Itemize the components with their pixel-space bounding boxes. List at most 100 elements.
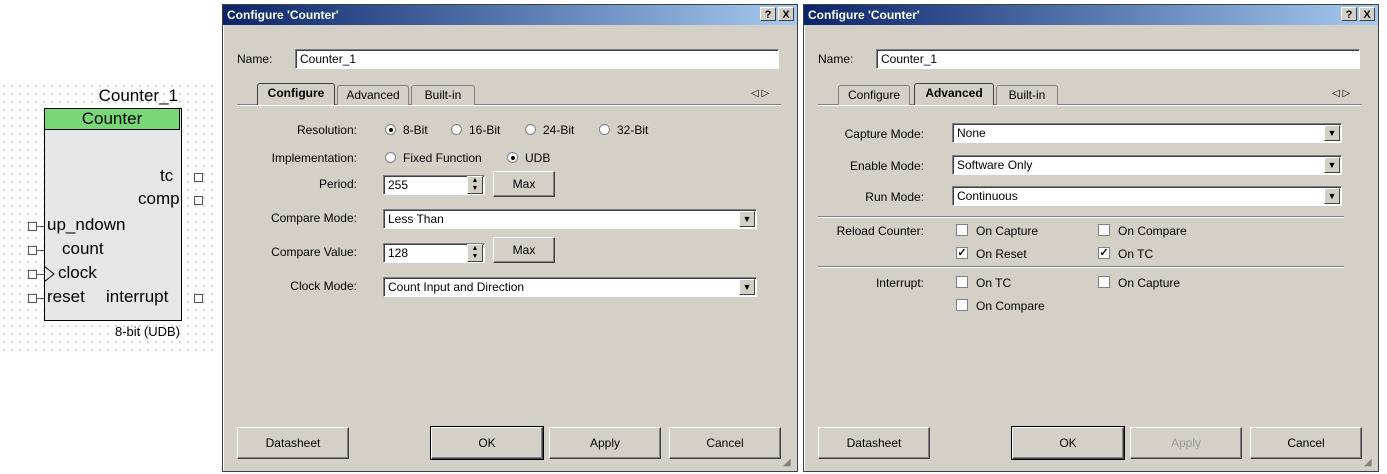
- resolution-24bit-radio[interactable]: [525, 124, 536, 135]
- clock-mode-dropdown-icon[interactable]: ▼: [739, 279, 755, 295]
- pin-tc[interactable]: [194, 173, 203, 182]
- interrupt-on-compare-checkbox[interactable]: [956, 299, 968, 311]
- run-mode-select[interactable]: Continuous: [952, 186, 1342, 206]
- implementation-fixed-radio[interactable]: [385, 152, 396, 163]
- enable-mode-select[interactable]: Software Only: [952, 155, 1342, 175]
- pin-comp-label: comp: [138, 189, 180, 208]
- capture-mode-select[interactable]: None: [952, 123, 1342, 143]
- divider: [818, 216, 1344, 218]
- capture-mode-label: Capture Mode:: [844, 127, 924, 141]
- configure-dialog-advanced-tab: Configure 'Counter' ? X Name: Counter_1 …: [803, 4, 1379, 472]
- pin-up-ndown-wire: [37, 226, 44, 227]
- pin-interrupt-label: interrupt: [106, 287, 169, 306]
- period-max-button[interactable]: Max: [493, 171, 555, 197]
- tab-configure[interactable]: Configure: [838, 85, 910, 105]
- pin-reset[interactable]: [28, 294, 37, 303]
- pin-reset-label: reset: [47, 287, 85, 306]
- resolution-32bit-radio[interactable]: [599, 124, 610, 135]
- tab-advanced[interactable]: Advanced: [337, 85, 409, 105]
- tab-scroll-arrows[interactable]: ◁ ▷: [751, 88, 769, 99]
- pin-clock-wire: [37, 274, 44, 275]
- run-mode-label: Run Mode:: [865, 190, 924, 204]
- implementation-label: Implementation:: [271, 151, 357, 165]
- reload-on-compare-checkbox[interactable]: [1098, 224, 1110, 236]
- cancel-button[interactable]: Cancel: [669, 427, 781, 459]
- reload-on-reset-label: On Reset: [976, 247, 1027, 261]
- interrupt-on-compare-label: On Compare: [976, 299, 1045, 313]
- interrupt-on-capture-label: On Capture: [1118, 276, 1181, 290]
- divider: [818, 266, 1344, 268]
- implementation-udb-label: UDB: [525, 151, 551, 165]
- resize-grip-icon[interactable]: ◢: [1364, 457, 1376, 469]
- name-input[interactable]: Counter_1: [876, 49, 1360, 69]
- run-mode-dropdown-icon[interactable]: ▼: [1324, 188, 1340, 204]
- symbol-footer: 8-bit (UDB): [114, 324, 180, 339]
- clock-mode-select[interactable]: Count Input and Direction: [383, 277, 757, 297]
- configure-dialog-configure-tab: Configure 'Counter' ? X Name: Counter_1 …: [222, 4, 798, 472]
- resolution-32bit-label: 32-Bit: [617, 123, 649, 137]
- pin-comp[interactable]: [194, 196, 203, 205]
- name-label: Name:: [237, 52, 273, 66]
- interrupt-on-capture-checkbox[interactable]: [1098, 276, 1110, 288]
- compare-max-button[interactable]: Max: [493, 237, 555, 263]
- reload-counter-label: Reload Counter:: [836, 224, 924, 238]
- name-label: Name:: [818, 52, 854, 66]
- symbol-component-name: Counter: [44, 108, 180, 130]
- tab-built-in[interactable]: Built-in: [411, 85, 475, 105]
- apply-button[interactable]: Apply: [549, 427, 661, 459]
- pin-count[interactable]: [28, 246, 37, 255]
- implementation-udb-radio[interactable]: [507, 152, 518, 163]
- dialog-title: Configure 'Counter': [804, 5, 1378, 25]
- ok-button[interactable]: OK: [430, 426, 544, 460]
- reload-on-compare-label: On Compare: [1118, 224, 1187, 238]
- cancel-button[interactable]: Cancel: [1250, 427, 1362, 459]
- resolution-16bit-label: 16-Bit: [469, 123, 501, 137]
- interrupt-on-tc-checkbox[interactable]: [956, 276, 968, 288]
- pin-clock-label: clock: [58, 263, 97, 282]
- resolution-8bit-radio[interactable]: [385, 124, 396, 135]
- name-input[interactable]: Counter_1: [295, 49, 779, 69]
- resolution-16bit-radio[interactable]: [451, 124, 462, 135]
- apply-button[interactable]: Apply: [1130, 427, 1242, 459]
- reload-on-tc-label: On TC: [1118, 247, 1154, 261]
- period-label: Period:: [318, 177, 357, 191]
- compare-value-label: Compare Value:: [271, 245, 357, 259]
- clock-edge-icon: [44, 265, 55, 283]
- tab-configure[interactable]: Configure: [257, 83, 335, 105]
- help-button[interactable]: ?: [760, 7, 776, 21]
- interrupt-label: Interrupt:: [875, 276, 924, 290]
- tab-built-in[interactable]: Built-in: [996, 85, 1058, 105]
- pin-up-ndown-label: up_ndown: [47, 215, 126, 234]
- datasheet-button[interactable]: Datasheet: [237, 427, 349, 459]
- capture-mode-dropdown-icon[interactable]: ▼: [1324, 125, 1340, 141]
- tab-advanced[interactable]: Advanced: [914, 83, 994, 105]
- compare-mode-dropdown-icon[interactable]: ▼: [739, 211, 755, 227]
- pin-tc-label: tc: [160, 166, 174, 185]
- reload-on-tc-checkbox[interactable]: ✓: [1098, 247, 1110, 259]
- close-button[interactable]: X: [778, 7, 794, 21]
- pin-reset-wire: [37, 298, 44, 299]
- implementation-fixed-label: Fixed Function: [403, 151, 482, 165]
- resize-grip-icon[interactable]: ◢: [783, 457, 795, 469]
- pin-clock[interactable]: [28, 270, 37, 279]
- pin-count-label: count: [62, 239, 104, 258]
- resolution-8bit-label: 8-Bit: [403, 123, 428, 137]
- pin-up-ndown[interactable]: [28, 222, 37, 231]
- reload-on-capture-label: On Capture: [976, 224, 1039, 238]
- pin-interrupt[interactable]: [194, 294, 203, 303]
- close-button[interactable]: X: [1359, 7, 1375, 21]
- help-button[interactable]: ?: [1341, 7, 1357, 21]
- enable-mode-dropdown-icon[interactable]: ▼: [1324, 157, 1340, 173]
- interrupt-on-tc-label: On TC: [976, 276, 1012, 290]
- compare-mode-label: Compare Mode:: [270, 211, 357, 225]
- compare-value-spinner[interactable]: ▲ ▼: [467, 244, 483, 262]
- compare-mode-select[interactable]: Less Than: [383, 209, 757, 229]
- reload-on-capture-checkbox[interactable]: [956, 224, 968, 236]
- enable-mode-label: Enable Mode:: [849, 159, 924, 173]
- ok-button[interactable]: OK: [1011, 426, 1125, 460]
- tab-scroll-arrows[interactable]: ◁ ▷: [1332, 88, 1350, 99]
- period-spinner[interactable]: ▲ ▼: [467, 176, 483, 194]
- reload-on-reset-checkbox[interactable]: ✓: [956, 247, 968, 259]
- pin-count-wire: [37, 250, 44, 251]
- datasheet-button[interactable]: Datasheet: [818, 427, 930, 459]
